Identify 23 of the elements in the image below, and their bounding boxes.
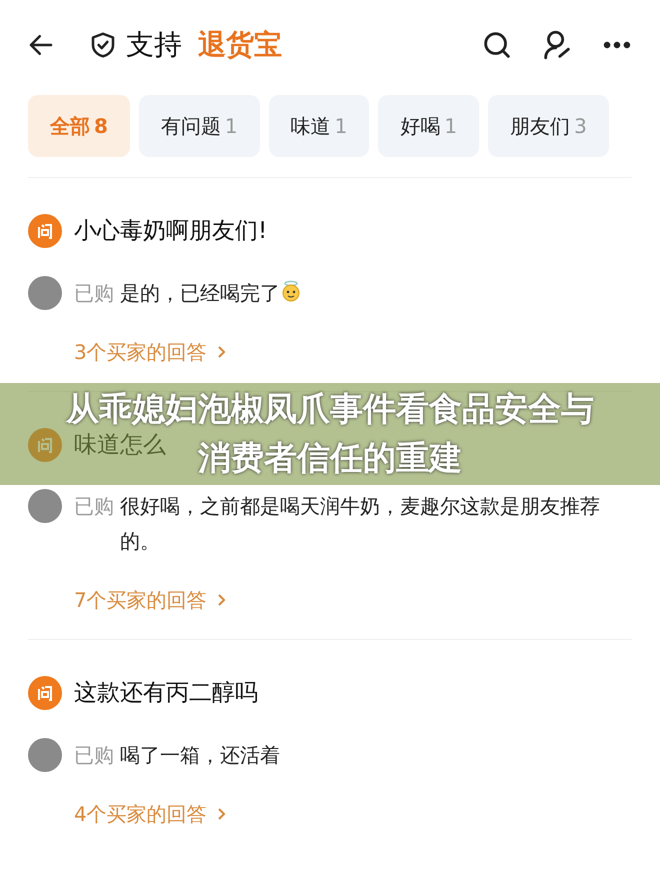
filter-tab[interactable]: 有问题 1 [138, 95, 260, 157]
banner-title-line: 从乖媳妇泡椒凤爪事件看食品安全与 [66, 388, 594, 430]
avatar-placeholder [28, 738, 62, 772]
filter-tab[interactable]: 味道 1 [268, 95, 370, 157]
avatar-placeholder [28, 489, 62, 523]
banner-title-line: 消费者信任的重建 [198, 437, 462, 479]
filter-tab[interactable]: 好喝 1 [378, 95, 480, 157]
brand-name: 退货宝 [198, 27, 282, 63]
question-icon [28, 214, 62, 248]
purchased-tag: 已购 [74, 276, 114, 310]
avatar-placeholder [28, 276, 62, 310]
purchased-tag: 已购 [74, 738, 114, 772]
purchased-tag: 已购 [74, 489, 114, 524]
question-icon [28, 428, 62, 462]
question-icon [28, 676, 62, 710]
support-label: 支持 [126, 27, 182, 63]
answer-text: 喝了一箱，还活着 [120, 742, 280, 768]
question-text: 小心毒奶啊朋友们! [74, 217, 268, 246]
answer-text: 是的，已经喝完了 [120, 280, 280, 306]
question-text: 味道怎么 [74, 430, 166, 460]
answer-text: 很好喝，之前都是喝天润牛奶，麦趣尔这款是朋友推荐的。 [120, 493, 601, 555]
question-text: 这款还有丙二醇吗 [74, 679, 258, 708]
filter-tab[interactable]: 朋友们 3 [488, 95, 609, 157]
